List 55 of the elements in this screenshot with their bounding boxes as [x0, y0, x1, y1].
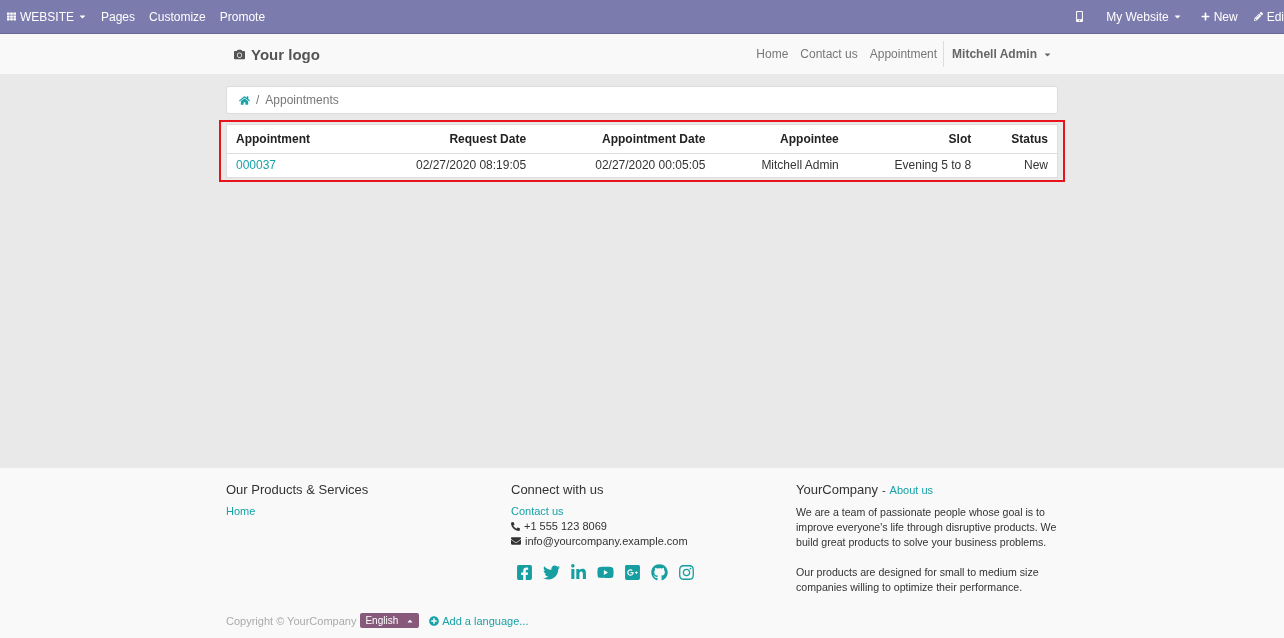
- user-menu[interactable]: Mitchell Admin: [943, 41, 1058, 67]
- home-icon[interactable]: [239, 94, 250, 106]
- table-cell: Mitchell Admin: [761, 158, 839, 172]
- column-header: Status: [980, 124, 1058, 154]
- column-header: Appointee: [714, 124, 848, 154]
- pencil-icon: [1253, 12, 1263, 21]
- email-address: info@yourcompany.example.com: [525, 535, 688, 547]
- column-header: Slot: [847, 124, 981, 154]
- language-selector[interactable]: English: [360, 613, 420, 628]
- separator: -: [881, 484, 886, 496]
- website-menu[interactable]: My Website: [1099, 0, 1189, 33]
- menu-item[interactable]: Promote: [212, 0, 273, 33]
- copyright-text: Copyright © YourCompany: [226, 614, 357, 627]
- column-header: Appointment Date: [535, 124, 715, 154]
- grid-icon: [7, 12, 16, 21]
- column-header: Appointment: [226, 124, 356, 154]
- app-menu[interactable]: WEBSITE: [0, 0, 94, 33]
- nav-link[interactable]: Home: [750, 47, 795, 61]
- about-paragraph: Our products are designed for small to medium size companies willing to optimize their performance.: [796, 565, 1040, 595]
- new-button[interactable]: New: [1188, 0, 1250, 33]
- footer-link[interactable]: Home: [226, 505, 256, 517]
- footer-heading: Connect with us: [511, 482, 604, 497]
- caret-icon: [78, 12, 87, 21]
- table-cell: 02/27/2020 00:05:05: [595, 158, 706, 172]
- google-plus-icon[interactable]: [624, 564, 641, 581]
- linkedin-icon[interactable]: [570, 564, 587, 581]
- footer-heading: YourCompany: [796, 482, 878, 497]
- nav-link[interactable]: Appointment: [863, 47, 944, 61]
- phone-icon: [511, 521, 520, 531]
- record-number-link[interactable]: 000037: [236, 158, 277, 172]
- menu-item[interactable]: Customize: [142, 0, 213, 33]
- column-header: Request Date: [355, 124, 536, 154]
- github-icon[interactable]: [651, 564, 668, 581]
- breadcrumb-item: Appointments: [265, 93, 339, 107]
- youtube-icon[interactable]: [597, 564, 614, 581]
- phone-number: +1 555 123 8069: [524, 520, 607, 532]
- table-cell: Evening 5 to 8: [894, 158, 972, 172]
- footer-heading: Our Products & Services: [226, 482, 369, 497]
- envelope-icon: [511, 536, 521, 546]
- plus-icon: [1200, 12, 1210, 21]
- twitter-icon[interactable]: [543, 564, 560, 581]
- logo[interactable]: Your logo: [226, 45, 320, 63]
- instagram-icon[interactable]: [678, 564, 695, 581]
- caret-icon: [1172, 12, 1182, 21]
- add-language-link[interactable]: Add a language...: [429, 614, 529, 627]
- breadcrumb-separator: /: [256, 93, 260, 107]
- edit-button[interactable]: Edi: [1249, 0, 1284, 33]
- table-cell: 02/27/2020 08:19:05: [416, 158, 527, 172]
- about-paragraph: We are a team of passionate people whose goal is to improve everyone's life through disruptive products. We build great products to solve your business problems.: [796, 505, 1058, 550]
- table-cell: New: [1024, 158, 1048, 172]
- contact-link[interactable]: Contact us: [511, 505, 564, 517]
- nav-link[interactable]: Contact us: [794, 47, 864, 61]
- facebook-icon[interactable]: [516, 564, 533, 581]
- about-link[interactable]: About us: [889, 484, 933, 496]
- menu-item[interactable]: Pages: [94, 0, 143, 33]
